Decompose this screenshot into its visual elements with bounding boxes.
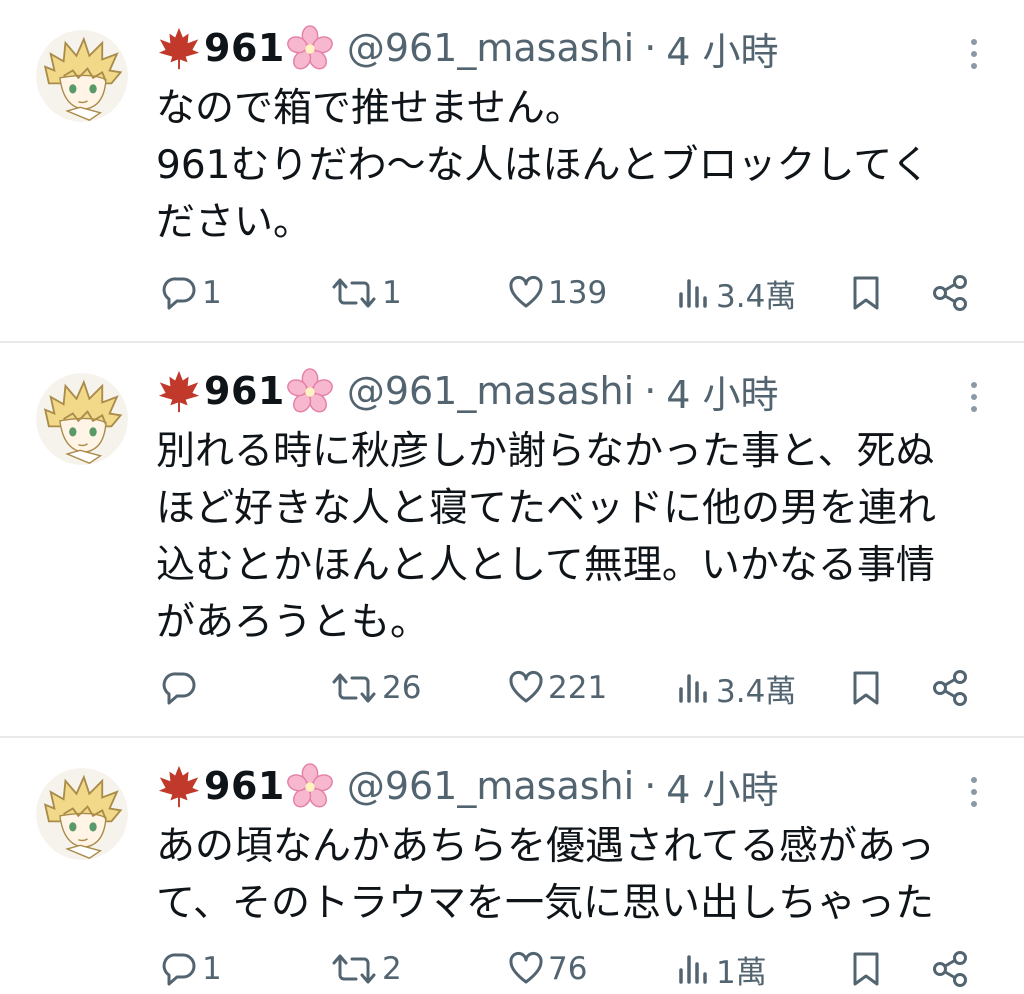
reply-button[interactable]: 1 (162, 270, 222, 316)
tweet-header: 961 @961_masashi · 4 小時 (156, 756, 779, 816)
tweet[interactable]: 961 @961_masashi · 4 小時 別れる時に秋彦しか謝らなかった事… (0, 343, 1024, 737)
retweet-button[interactable]: 26 (330, 665, 421, 711)
bookmark-icon (848, 951, 884, 987)
cherry-blossom-icon (287, 368, 333, 414)
separator-dot: · (644, 764, 657, 808)
display-name[interactable]: 961 (204, 369, 285, 413)
views-count: 3.4萬 (716, 278, 797, 315)
like-count: 139 (548, 275, 608, 311)
action-bar: 1 1 139 3.4萬 (0, 270, 1024, 316)
display-name[interactable]: 961 (204, 764, 285, 808)
avatar[interactable] (36, 373, 128, 465)
views-count: 3.4萬 (716, 673, 797, 710)
tweet[interactable]: 961 @961_masashi · 4 小時 あの頃なんかあちらを優遇されてる… (0, 738, 1024, 994)
action-bar: 1 2 76 1萬 (0, 946, 1024, 992)
tweet-text-line: て、そのトラウマを一気に思い出しちゃった (156, 881, 935, 926)
retweet-count: 1 (382, 275, 402, 311)
tweet-text-line: 別れる時に秋彦しか謝らなかった事と、死ぬ (156, 429, 935, 474)
tweet-text-line: 961むりだわ〜な人はほんとブロックしてく (156, 143, 931, 188)
like-icon (508, 275, 544, 311)
bookmark-icon (848, 275, 884, 311)
timestamp[interactable]: 4 小時 (666, 364, 778, 419)
maple-leaf-icon (156, 25, 202, 71)
tweet-header: 961 @961_masashi · 4 小時 (156, 361, 779, 421)
user-handle[interactable]: @961_masashi (347, 764, 634, 808)
reply-button[interactable] (162, 665, 202, 711)
tweet-text-line: なので箱で推せません。 (156, 86, 584, 131)
tweet-text: 別れる時に秋彦しか謝らなかった事と、死ぬ ほど好きな人と寝てたベッドに他の男を連… (156, 423, 1006, 651)
views-button[interactable]: 3.4萬 (676, 270, 796, 316)
separator-dot: · (644, 26, 657, 70)
timestamp[interactable]: 4 小時 (666, 21, 778, 76)
retweet-button[interactable]: 1 (330, 270, 402, 316)
user-handle[interactable]: @961_masashi (347, 26, 634, 70)
retweet-button[interactable]: 2 (330, 946, 402, 992)
maple-leaf-icon (156, 763, 202, 809)
maple-leaf-icon (156, 368, 202, 414)
more-icon[interactable] (962, 379, 986, 415)
retweet-count: 2 (382, 951, 402, 987)
share-icon (930, 668, 970, 708)
retweet-icon (330, 275, 378, 311)
like-icon (508, 951, 544, 987)
cherry-blossom-icon (287, 25, 333, 71)
like-button[interactable]: 139 (508, 270, 607, 316)
action-bar: 26 221 3.4萬 (0, 665, 1024, 711)
tweet-text-line: ほど好きな人と寝てたベッドに他の男を連れ (156, 486, 937, 531)
views-icon (676, 275, 712, 311)
reply-icon (162, 951, 198, 987)
retweet-count: 26 (382, 670, 422, 706)
bookmark-button[interactable] (848, 946, 884, 992)
views-button[interactable]: 3.4萬 (676, 665, 796, 711)
cherry-blossom-icon (287, 763, 333, 809)
tweet-text-line: あの頃なんかあちらを優遇されてる感があっ (156, 824, 935, 869)
tweet-text: あの頃なんかあちらを優遇されてる感があっ て、そのトラウマを一気に思い出しちゃっ… (156, 818, 1006, 932)
more-icon[interactable] (962, 774, 986, 810)
share-icon (930, 273, 970, 313)
retweet-icon (330, 670, 378, 706)
views-icon (676, 951, 712, 987)
tweet[interactable]: 961 @961_masashi · 4 小時 なので箱で推せません。 961む… (0, 0, 1024, 342)
like-count: 221 (548, 670, 608, 706)
bookmark-button[interactable] (848, 665, 884, 711)
reply-icon (162, 670, 198, 706)
reply-icon (162, 275, 198, 311)
separator-dot: · (644, 369, 657, 413)
like-count: 76 (548, 951, 588, 987)
views-count: 1萬 (716, 954, 767, 991)
share-button[interactable] (930, 665, 970, 711)
tweet-text-line: ださい。 (156, 200, 313, 245)
more-icon[interactable] (962, 36, 986, 72)
tweet-text-line: があろうとも。 (156, 600, 430, 645)
like-button[interactable]: 221 (508, 665, 607, 711)
reply-count: 1 (202, 275, 222, 311)
tweet-header: 961 @961_masashi · 4 小時 (156, 18, 779, 78)
display-name[interactable]: 961 (204, 26, 285, 70)
reply-button[interactable]: 1 (162, 946, 222, 992)
avatar[interactable] (36, 30, 128, 122)
views-icon (676, 670, 712, 706)
tweet-text: なので箱で推せません。 961むりだわ〜な人はほんとブロックしてく ださい。 (156, 80, 1006, 251)
reply-count: 1 (202, 951, 222, 987)
views-button[interactable]: 1萬 (676, 946, 767, 992)
user-handle[interactable]: @961_masashi (347, 369, 634, 413)
share-button[interactable] (930, 270, 970, 316)
tweet-text-line: 込むとかほんと人として無理。いかなる事情 (156, 543, 935, 588)
like-icon (508, 670, 544, 706)
share-icon (930, 949, 970, 989)
bookmark-icon (848, 670, 884, 706)
share-button[interactable] (930, 946, 970, 992)
avatar[interactable] (36, 768, 128, 860)
like-button[interactable]: 76 (508, 946, 587, 992)
timestamp[interactable]: 4 小時 (666, 759, 778, 814)
bookmark-button[interactable] (848, 270, 884, 316)
retweet-icon (330, 951, 378, 987)
